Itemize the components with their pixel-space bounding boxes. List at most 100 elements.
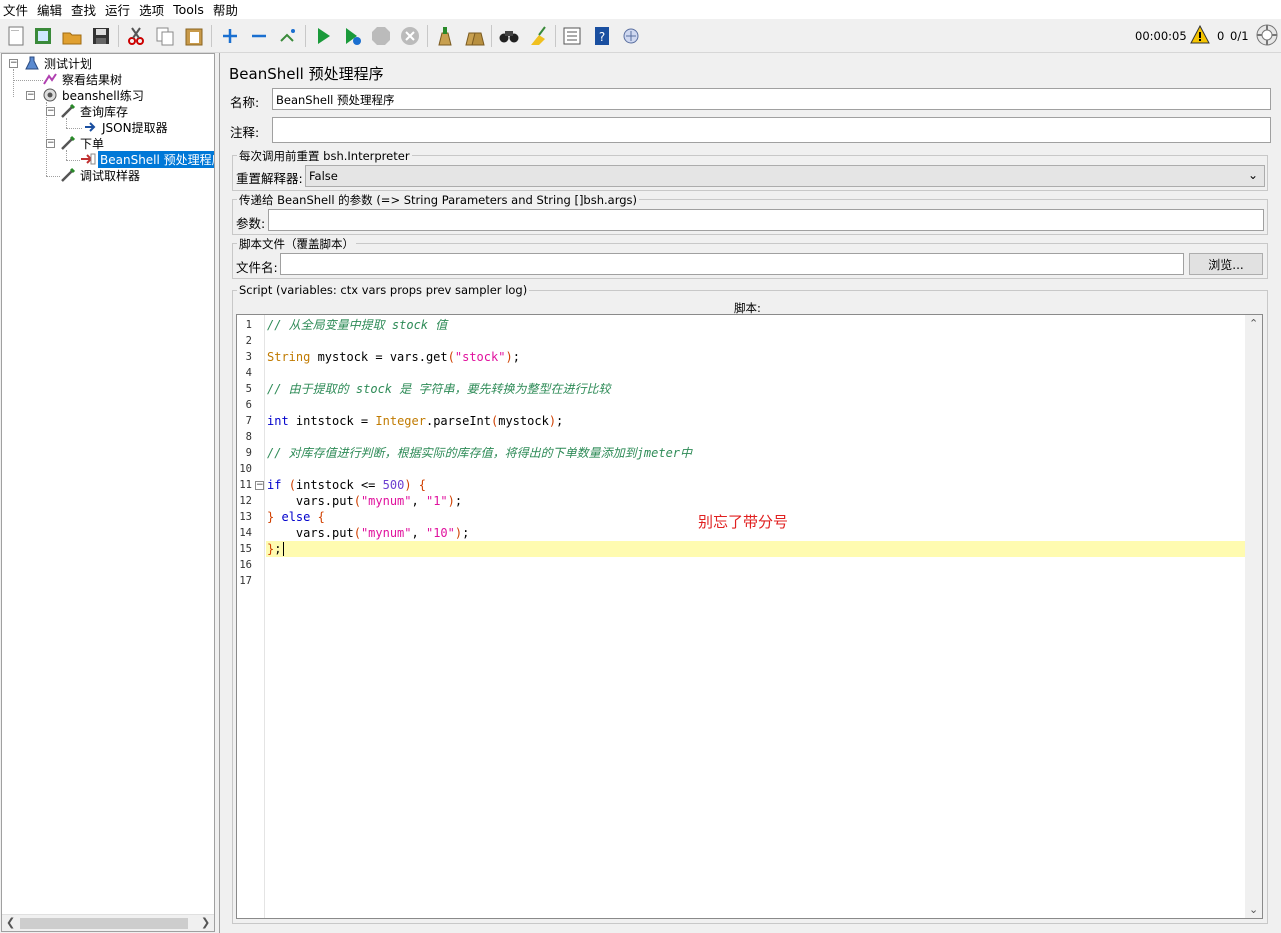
toggle-icon[interactable] (276, 24, 300, 48)
menu-edit[interactable]: 编辑 (37, 0, 62, 19)
group-title: 每次调用前重置 bsh.Interpreter (237, 148, 412, 164)
browse-button[interactable]: 浏览... (1189, 253, 1263, 275)
warning-icon[interactable] (1190, 24, 1210, 48)
line-number: 11 (239, 479, 252, 491)
code-line: vars.put("mynum", "1"); (267, 494, 463, 508)
tree-node-label: BeanShell 预处理程序 (98, 150, 214, 168)
line-number: 13 (239, 511, 252, 523)
reset-interpreter-select[interactable]: False ⌄ (305, 165, 1265, 187)
start-no-pause-icon[interactable] (340, 24, 364, 48)
filename-field[interactable] (280, 253, 1184, 275)
code-line: int intstock = Integer.parseInt(mystock)… (267, 414, 564, 428)
remote-engines-icon[interactable] (1256, 24, 1278, 49)
help-icon[interactable]: ? (590, 24, 614, 48)
copy-icon[interactable] (153, 24, 177, 48)
tree-node-label: 下单 (80, 136, 105, 151)
shutdown-icon[interactable] (398, 24, 422, 48)
tree-expander[interactable]: − (46, 107, 55, 116)
listener-icon (42, 71, 58, 87)
tree-node-view-results-tree[interactable]: 察看结果树 (42, 71, 124, 87)
code-line: } else { (267, 510, 325, 524)
error-count: 0 (1217, 29, 1225, 43)
templates-icon[interactable] (31, 24, 55, 48)
start-icon[interactable] (311, 24, 335, 48)
expand-icon[interactable] (218, 24, 242, 48)
test-plan-icon (24, 55, 40, 71)
text-caret (283, 542, 284, 556)
tree-horizontal-scrollbar[interactable]: ❮ ❯ (2, 914, 214, 931)
toolbar-separator (305, 25, 306, 47)
select-value: False (309, 169, 338, 183)
reset-search-icon[interactable] (526, 24, 550, 48)
tree-node-test-plan[interactable]: 测试计划 (24, 55, 94, 71)
test-plan-tree: − 测试计划 察看结果树 − beanshell练习 − 查询库存 JSON提取… (1, 53, 215, 932)
line-number: 12 (239, 495, 252, 507)
tree-line (13, 69, 14, 97)
stop-icon[interactable] (369, 24, 393, 48)
tree-node-thread-group[interactable]: beanshell练习 (42, 87, 146, 103)
scroll-down-icon[interactable]: ⌄ (1249, 903, 1258, 916)
fold-toggle-icon[interactable]: − (255, 481, 264, 490)
code-line: vars.put("mynum", "10"); (267, 526, 470, 540)
script-editor[interactable]: 1 2 3 4 5 6 7 8 9 10 11 12 13 14 15 16 17− // 从全局变量中提取 s… (236, 314, 1263, 919)
toolbar-separator (491, 25, 492, 47)
line-number: 4 (245, 367, 252, 379)
save-icon[interactable] (89, 24, 113, 48)
preprocessor-icon (80, 151, 96, 167)
tree-line (13, 80, 43, 81)
scroll-up-icon[interactable]: ⌃ (1249, 317, 1258, 330)
remote-icon[interactable] (619, 24, 643, 48)
new-icon[interactable] (4, 24, 28, 48)
menu-tools[interactable]: Tools (173, 2, 204, 17)
line-number: 7 (245, 415, 252, 427)
scroll-left-icon[interactable]: ❮ (6, 916, 15, 929)
tree-expander[interactable]: − (9, 59, 18, 68)
line-number: 14 (239, 527, 252, 539)
open-icon[interactable] (60, 24, 84, 48)
chevron-down-icon[interactable]: ⌄ (1248, 168, 1258, 182)
tree-expander[interactable]: − (46, 139, 55, 148)
tree-node-label: 察看结果树 (62, 72, 123, 87)
tree-node-json-extractor[interactable]: JSON提取器 (82, 119, 170, 135)
collapse-icon[interactable] (247, 24, 271, 48)
function-helper-icon[interactable] (560, 24, 584, 48)
tree-node-debug-sampler[interactable]: 调试取样器 (60, 167, 142, 183)
line-number: 15 (239, 543, 252, 555)
menu-help[interactable]: 帮助 (213, 0, 238, 19)
name-label: 名称: (230, 95, 260, 110)
active-threads: 0/1 (1230, 29, 1249, 43)
parameters-field[interactable] (268, 209, 1264, 231)
menu-search[interactable]: 查找 (71, 0, 96, 19)
toolbar-separator (555, 25, 556, 47)
menu-run[interactable]: 运行 (105, 0, 130, 19)
comment-label: 注释: (230, 125, 260, 140)
name-field[interactable]: BeanShell 预处理程序 (272, 88, 1271, 110)
tree-node-beanshell-preprocessor[interactable]: BeanShell 预处理程序 (80, 150, 214, 168)
scroll-right-icon[interactable]: ❯ (201, 916, 210, 929)
tree-node-label: 调试取样器 (80, 168, 141, 183)
tree-node-place-order[interactable]: 下单 (60, 135, 106, 151)
line-number: 2 (245, 335, 252, 347)
menu-options[interactable]: 选项 (139, 0, 164, 19)
line-number: 16 (239, 559, 252, 571)
scrollbar-thumb[interactable] (20, 918, 188, 929)
tree-node-label: 查询库存 (80, 104, 129, 119)
paste-icon[interactable] (182, 24, 206, 48)
menu-file[interactable]: 文件 (3, 0, 28, 19)
cut-icon[interactable] (124, 24, 148, 48)
clear-all-icon[interactable] (462, 24, 486, 48)
tree-node-query-stock[interactable]: 查询库存 (60, 103, 130, 119)
search-icon[interactable] (497, 24, 521, 48)
clear-icon[interactable] (433, 24, 457, 48)
toolbar-separator (118, 25, 119, 47)
tree-node-label: 测试计划 (44, 56, 93, 71)
sampler-icon (60, 103, 76, 119)
sampler-icon (60, 167, 76, 183)
tree-line (66, 118, 67, 128)
script-vertical-scrollbar[interactable]: ⌃ ⌄ (1245, 315, 1262, 918)
filename-label: 文件名: (236, 260, 278, 275)
split-pane-divider[interactable] (215, 53, 218, 933)
comment-field[interactable] (272, 117, 1271, 143)
tree-expander[interactable]: − (26, 91, 35, 100)
toolbar-separator (427, 25, 428, 47)
